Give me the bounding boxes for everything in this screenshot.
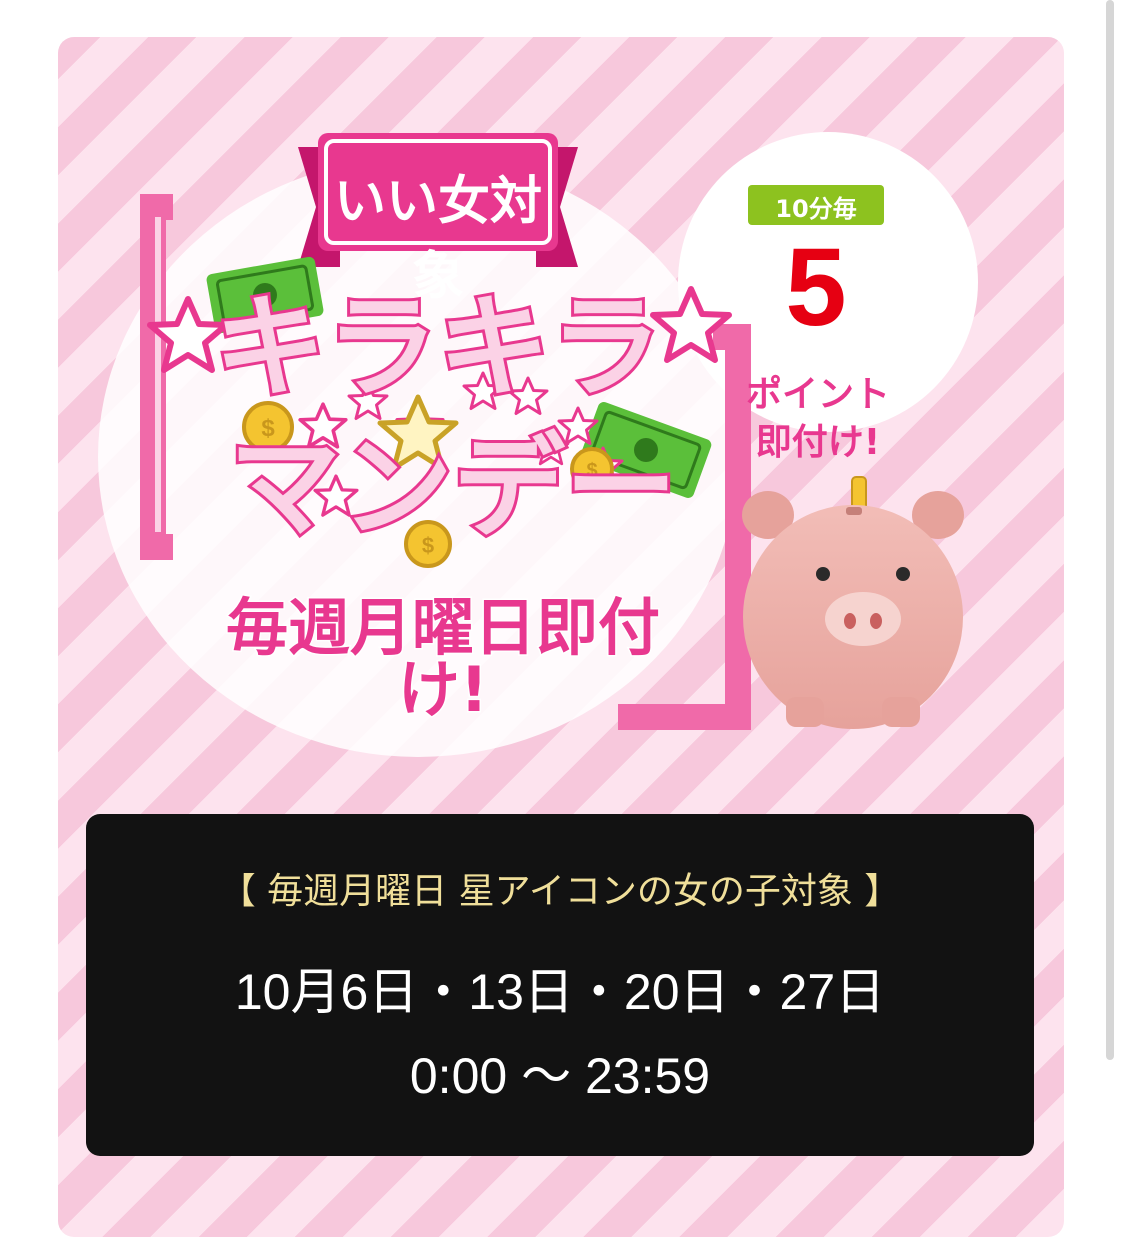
piggy-bank-icon — [742, 476, 964, 729]
badge-line1: ポイント — [745, 374, 890, 415]
schedule-dates: 10月6日・13日・20日・27日 — [234, 964, 886, 1020]
badge-points: 5 — [785, 226, 847, 349]
campaign-title-line1: キラキラ — [211, 283, 665, 413]
page-scrollbar[interactable] — [1106, 0, 1114, 1060]
schedule-panel: 【 毎週月曜日 星アイコンの女の子対象 】 10月6日・13日・20日・27日 … — [86, 814, 1034, 1156]
schedule-time: 0:00 〜 23:59 — [409, 1048, 711, 1104]
schedule-heading: 【 毎週月曜日 星アイコンの女の子対象 】 — [219, 871, 901, 912]
campaign-title-line2: マンデー — [226, 423, 680, 553]
badge-line2: 即付け! — [755, 422, 881, 463]
campaign-banner: $ $ $ いい女対象 キラキラ マンデー 毎週月曜日即付け! 10分毎 5 ポ… — [58, 37, 1064, 797]
campaign-subtitle: 毎週月曜日即付け! — [224, 591, 661, 726]
badge-interval: 10分毎 — [775, 195, 857, 223]
campaign-card: $ $ $ いい女対象 キラキラ マンデー 毎週月曜日即付け! 10分毎 5 ポ… — [58, 37, 1064, 1237]
